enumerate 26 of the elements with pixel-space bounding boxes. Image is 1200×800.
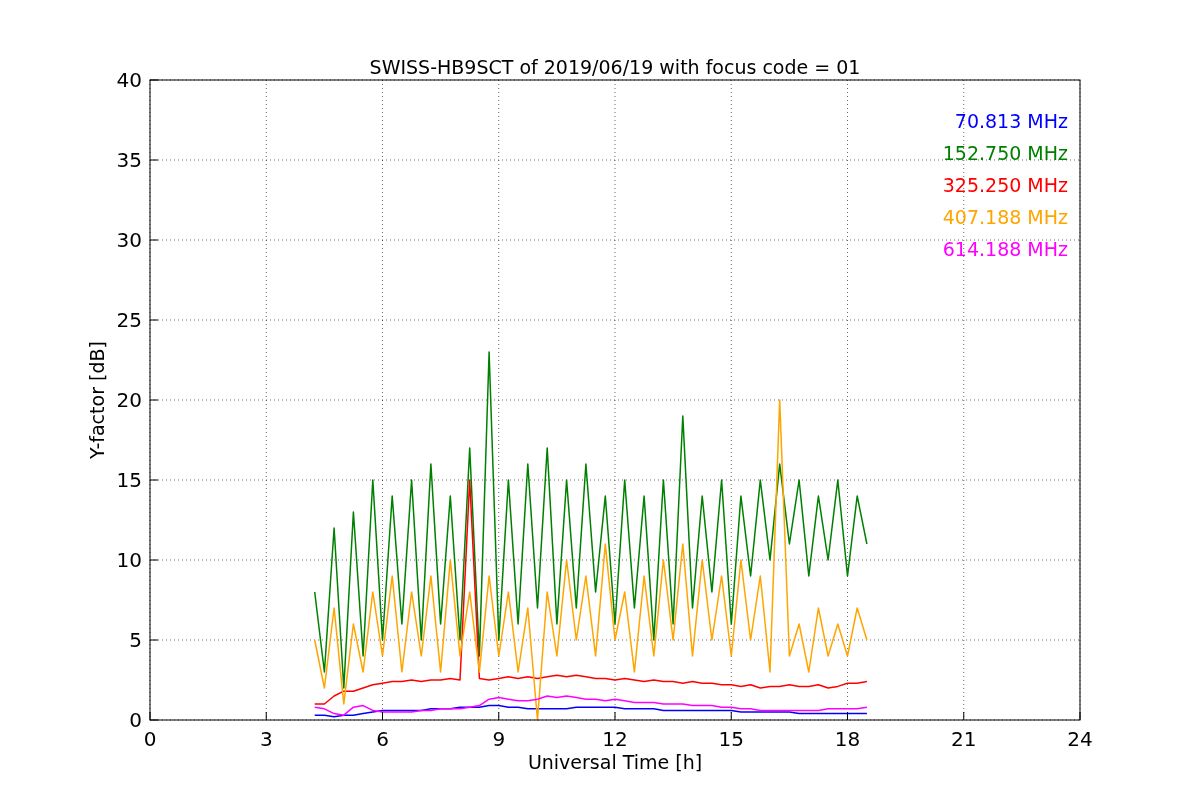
y-axis-label: Y-factor [dB]: [86, 341, 108, 459]
x-tick-label: 0: [143, 727, 157, 751]
x-tick-label: 24: [1067, 727, 1093, 751]
y-tick-label: 25: [116, 308, 142, 332]
legend-label: 407.188 MHz: [942, 206, 1068, 228]
y-tick-label: 0: [129, 708, 142, 732]
chart-title: SWISS-HB9SCT of 2019/06/19 with focus code = 01: [369, 56, 861, 78]
x-tick-label: 6: [376, 727, 389, 751]
y-tick-label: 35: [116, 148, 142, 172]
y-tick-label: 10: [116, 548, 142, 572]
x-tick-label: 18: [834, 727, 861, 751]
x-tick-label: 21: [951, 727, 977, 751]
y-tick-label: 40: [116, 68, 142, 92]
legend-label: 152.750 MHz: [942, 142, 1068, 164]
legend-label: 325.250 MHz: [942, 174, 1068, 196]
legend-label: 70.813 MHz: [954, 110, 1068, 132]
x-tick-label: 12: [602, 727, 628, 751]
x-axis-label: Universal Time [h]: [527, 751, 703, 773]
x-tick-label: 9: [492, 727, 506, 751]
x-tick-label: 15: [718, 727, 744, 751]
legend-label: 614.188 MHz: [942, 238, 1068, 260]
y-tick-label: 15: [116, 468, 142, 492]
x-tick-label: 3: [259, 727, 273, 751]
y-tick-label: 30: [116, 228, 142, 252]
y-tick-label: 20: [116, 388, 142, 412]
y-tick-label: 5: [129, 628, 142, 652]
